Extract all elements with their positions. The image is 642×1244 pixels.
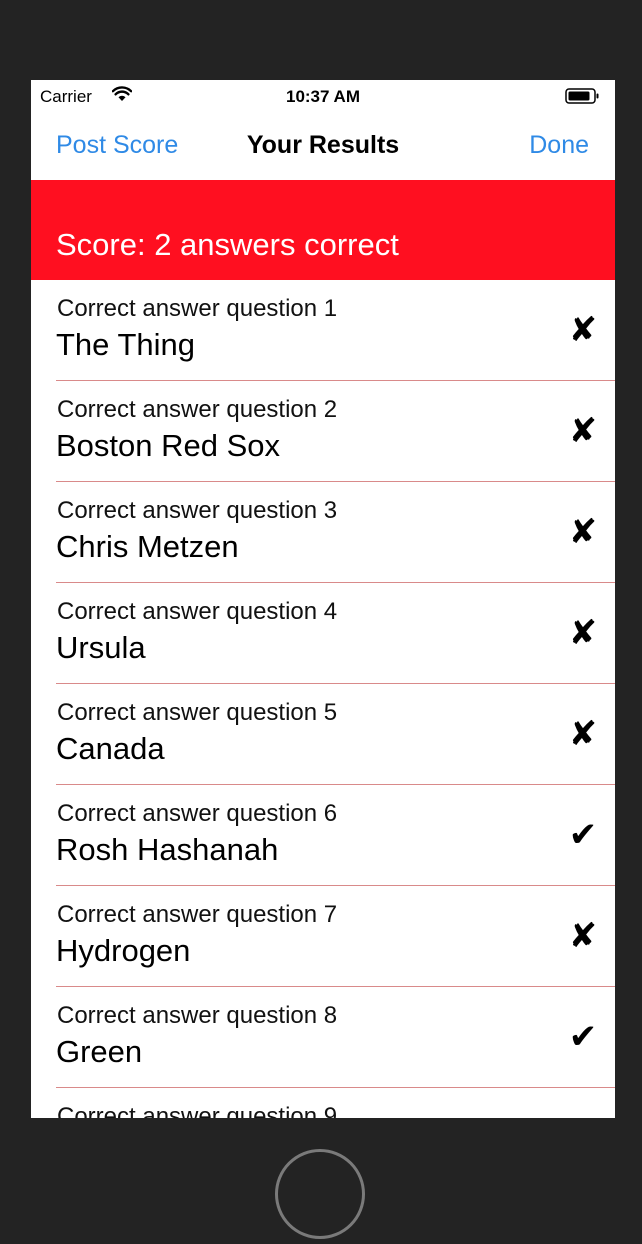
checkmark-icon: ✔ <box>568 816 598 854</box>
page-title: Your Results <box>246 131 400 159</box>
result-row[interactable]: Correct answer question 8 Green ✔ <box>56 987 615 1088</box>
result-row[interactable]: Correct answer question 2 Boston Red Sox… <box>56 381 615 482</box>
device-frame: Carrier 10:37 AM Post Score Your Results… <box>0 0 642 1244</box>
question-label: Correct answer question 5 <box>57 699 338 726</box>
home-button[interactable] <box>275 1149 365 1239</box>
answer-label: The Thing <box>56 327 196 362</box>
answer-label: Canada <box>56 731 165 766</box>
answer-label: Chris Metzen <box>56 529 239 564</box>
results-list[interactable]: Correct answer question 1 The Thing ✘ Co… <box>31 280 615 1118</box>
question-label: Correct answer question 7 <box>57 901 338 928</box>
cross-icon: ✘ <box>568 412 598 450</box>
result-row[interactable]: Correct answer question 1 The Thing ✘ <box>56 280 615 381</box>
question-label: Correct answer question 4 <box>57 598 338 625</box>
score-banner: Score: 2 answers correct <box>31 180 615 280</box>
question-label: Correct answer question 3 <box>57 497 338 524</box>
result-row[interactable]: Correct answer question 6 Rosh Hashanah … <box>56 785 615 886</box>
result-row[interactable]: Correct answer question 5 Canada ✘ <box>56 684 615 785</box>
question-label: Correct answer question 9 <box>57 1103 338 1118</box>
answer-label: Rosh Hashanah <box>56 832 279 867</box>
answer-label: Boston Red Sox <box>56 428 281 463</box>
status-time: 10:37 AM <box>285 87 360 106</box>
cross-icon: ✘ <box>568 614 598 652</box>
app-screen: Carrier 10:37 AM Post Score Your Results… <box>31 80 615 1118</box>
question-label: Correct answer question 8 <box>57 1002 338 1029</box>
answer-label: Ursula <box>56 630 146 665</box>
status-bar: Carrier 10:37 AM <box>31 80 615 112</box>
cross-icon: ✘ <box>568 715 598 753</box>
cross-icon: ✘ <box>568 513 598 551</box>
cross-icon: ✘ <box>568 917 598 955</box>
battery-icon <box>565 88 599 104</box>
answer-label: Hydrogen <box>56 933 191 968</box>
result-row[interactable]: Correct answer question 3 Chris Metzen ✘ <box>56 482 615 583</box>
result-row[interactable]: Correct answer question 7 Hydrogen ✘ <box>56 886 615 987</box>
done-button[interactable]: Done <box>529 131 589 160</box>
result-row[interactable]: Correct answer question 4 Ursula ✘ <box>56 583 615 684</box>
answer-label: Green <box>56 1034 143 1069</box>
question-label: Correct answer question 6 <box>57 800 338 827</box>
score-text: Score: 2 answers correct <box>56 227 399 262</box>
question-label: Correct answer question 2 <box>57 396 338 423</box>
result-row[interactable]: Correct answer question 9 <box>56 1088 615 1118</box>
question-label: Correct answer question 1 <box>57 295 338 322</box>
navigation-bar: Post Score Your Results Done <box>31 112 615 180</box>
cross-icon: ✘ <box>568 311 598 349</box>
checkmark-icon: ✔ <box>568 1018 598 1056</box>
